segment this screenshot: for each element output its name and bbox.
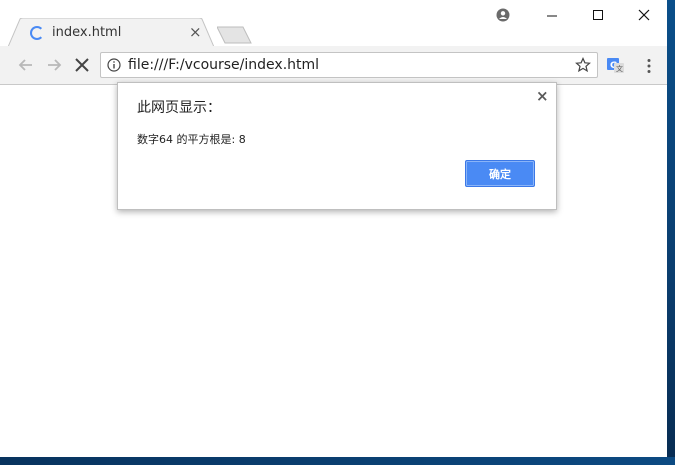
- browser-toolbar: file:///F:/vcourse/index.html G 文: [0, 46, 667, 85]
- svg-text:文: 文: [616, 64, 623, 73]
- info-icon[interactable]: [107, 58, 121, 72]
- forward-arrow-icon[interactable]: [44, 55, 64, 75]
- menu-icon[interactable]: [645, 58, 653, 74]
- dialog-title: 此网页显示：: [137, 100, 221, 116]
- browser-window: index.html × file:///F:/vcourse/index.ht…: [0, 0, 667, 457]
- star-icon[interactable]: [575, 57, 591, 73]
- tab-strip: index.html ×: [0, 0, 667, 47]
- url-text[interactable]: file:///F:/vcourse/index.html: [128, 57, 319, 73]
- back-arrow-icon[interactable]: [16, 55, 36, 75]
- loading-spinner-icon: [30, 26, 44, 40]
- dialog-close-button[interactable]: ×: [536, 87, 549, 105]
- maximize-button[interactable]: [578, 4, 618, 26]
- tab-title[interactable]: index.html: [52, 25, 121, 40]
- translate-icon[interactable]: G 文: [607, 58, 625, 74]
- alert-dialog: 此网页显示： × 数字64 的平方根是: 8 确定: [117, 82, 557, 210]
- minimize-button[interactable]: [532, 4, 572, 26]
- dialog-message: 数字64 的平方根是: 8: [137, 133, 246, 146]
- profile-icon[interactable]: [496, 8, 510, 22]
- address-bar[interactable]: file:///F:/vcourse/index.html: [100, 52, 598, 78]
- ok-button[interactable]: 确定: [465, 160, 535, 187]
- desktop-bottom-edge: [0, 457, 675, 465]
- close-window-button[interactable]: [624, 4, 664, 26]
- tab-close-button[interactable]: ×: [189, 22, 202, 42]
- stop-icon[interactable]: [72, 55, 92, 75]
- new-tab-button[interactable]: [217, 26, 253, 44]
